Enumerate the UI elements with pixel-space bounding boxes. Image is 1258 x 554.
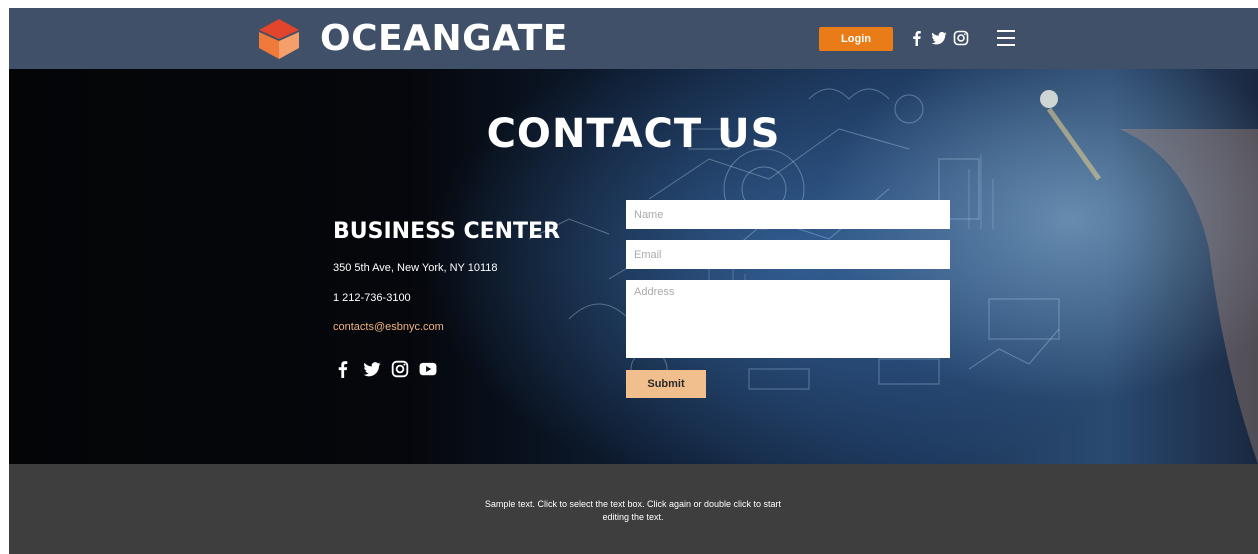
- business-address: 350 5th Ave, New York, NY 10118: [333, 262, 498, 274]
- instagram-icon[interactable]: [953, 30, 969, 46]
- twitter-icon[interactable]: [363, 360, 381, 378]
- submit-button[interactable]: Submit: [626, 370, 706, 398]
- email-field[interactable]: [626, 240, 950, 269]
- site-header: OCEANGATE Login: [9, 8, 1258, 69]
- business-center-heading: BUSINESS CENTER: [333, 219, 561, 244]
- facebook-icon[interactable]: [909, 30, 925, 46]
- login-button[interactable]: Login: [819, 27, 893, 51]
- address-field[interactable]: [626, 280, 950, 358]
- contact-hero-section: CONTACT US BUSINESS CENTER 350 5th Ave, …: [9, 69, 1258, 464]
- business-phone: 1 212-736-3100: [333, 292, 411, 304]
- facebook-icon[interactable]: [334, 360, 352, 378]
- youtube-icon[interactable]: [419, 360, 437, 378]
- page-title: CONTACT US: [486, 111, 781, 157]
- twitter-icon[interactable]: [931, 30, 947, 46]
- site-footer: Sample text. Click to select the text bo…: [9, 464, 1258, 554]
- page: OCEANGATE Login CONTACT US BUSINESS CENT…: [9, 8, 1258, 554]
- brand-name[interactable]: OCEANGATE: [320, 16, 568, 62]
- hamburger-menu-icon[interactable]: [997, 30, 1015, 46]
- instagram-icon[interactable]: [391, 360, 409, 378]
- oceangate-logo-icon[interactable]: [258, 18, 300, 60]
- business-email-link[interactable]: contacts@esbnyc.com: [333, 321, 444, 333]
- name-field[interactable]: [626, 200, 950, 229]
- footer-sample-text[interactable]: Sample text. Click to select the text bo…: [483, 498, 783, 524]
